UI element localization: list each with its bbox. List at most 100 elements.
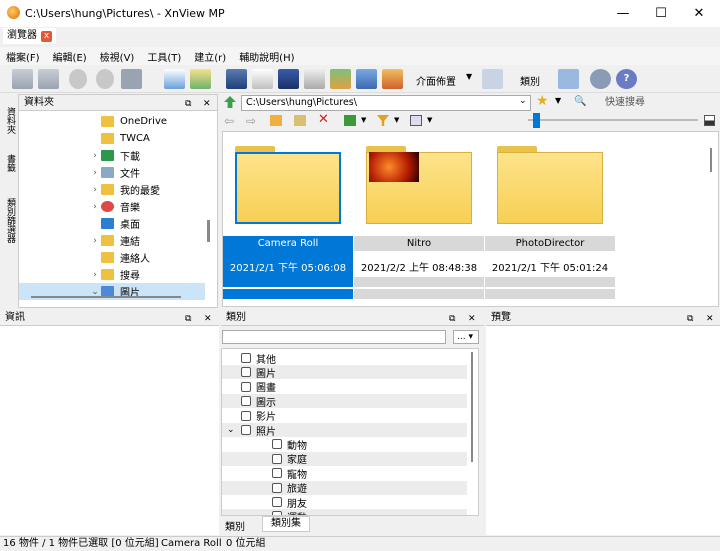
folder-tree-item[interactable]: 桌面 xyxy=(19,215,205,232)
back-arrow-icon[interactable]: ⇦ xyxy=(224,114,234,128)
folder-tree-item[interactable]: › 音樂 xyxy=(19,198,205,215)
close-panel-icon[interactable]: ✕ xyxy=(468,311,476,327)
tree-icon[interactable] xyxy=(558,69,579,89)
category-checkbox[interactable] xyxy=(272,511,282,515)
close-panel-icon[interactable]: ✕ xyxy=(204,311,212,327)
layout-dropdown[interactable]: 介面佈置 xyxy=(416,73,456,88)
quick-search-input[interactable]: 快速搜尋 xyxy=(587,95,717,111)
category-dropdown[interactable]: 類別 xyxy=(520,73,540,88)
sort-dropdown-icon[interactable]: ▼ xyxy=(361,116,366,124)
float-panel-icon[interactable]: ⧉ xyxy=(687,311,693,327)
thumbnail-scrollbar[interactable] xyxy=(710,148,712,172)
float-panel-icon[interactable]: ⧉ xyxy=(185,311,191,327)
category-item[interactable]: 家庭 xyxy=(258,452,307,466)
delete-icon[interactable]: ✕ xyxy=(318,112,329,127)
category-item[interactable]: 影片 xyxy=(227,409,276,423)
rotate-left-icon[interactable] xyxy=(69,69,87,89)
view-grid-icon[interactable] xyxy=(410,115,422,126)
menu-help[interactable]: 輔助說明(H) xyxy=(239,49,294,64)
address-dropdown-icon[interactable]: ⌄ xyxy=(519,96,527,106)
new-folder-icon[interactable] xyxy=(270,115,282,126)
category-item[interactable]: ⌄ 照片 xyxy=(227,423,276,438)
rename-icon[interactable] xyxy=(294,115,306,126)
folder-tree-item[interactable]: › 搜尋 xyxy=(19,266,205,283)
expand-chevron-icon[interactable]: › xyxy=(89,270,101,280)
close-panel-icon[interactable]: ✕ xyxy=(706,311,714,327)
fullscreen-icon[interactable] xyxy=(38,69,59,89)
star-dropdown-icon[interactable]: ▼ xyxy=(555,96,561,105)
menu-file[interactable]: 檔案(F) xyxy=(6,49,40,64)
expand-chevron-icon[interactable]: › xyxy=(89,185,101,195)
maximize-button[interactable]: ☐ xyxy=(642,0,680,27)
tab-category-sets[interactable]: 類別集 xyxy=(262,516,310,532)
tab-close-icon[interactable]: x xyxy=(41,30,52,42)
menu-view[interactable]: 檢視(V) xyxy=(100,49,135,64)
rotate-right-icon[interactable] xyxy=(96,69,114,89)
expand-chevron-icon[interactable]: ⌄ xyxy=(89,287,101,297)
folder-tree-item[interactable]: › 我的最愛 xyxy=(19,181,205,198)
expand-chevron-icon[interactable]: ⌄ xyxy=(227,425,241,435)
category-checkbox[interactable] xyxy=(272,497,282,507)
category-item[interactable]: 朋友 xyxy=(258,495,307,510)
category-checkbox[interactable] xyxy=(272,453,282,464)
category-checkbox[interactable] xyxy=(241,410,251,421)
thumb-size-slider[interactable] xyxy=(528,119,698,121)
slider-handle[interactable] xyxy=(533,113,540,128)
filter-dropdown-icon[interactable]: ▼ xyxy=(394,116,399,124)
category-checkbox[interactable] xyxy=(272,468,282,479)
category-options-button[interactable]: ... ▾ xyxy=(453,330,479,344)
category-item[interactable]: 其他 xyxy=(227,351,276,366)
scanner-icon[interactable] xyxy=(278,69,299,89)
parent-folder-icon[interactable] xyxy=(224,96,236,108)
category-filter-input[interactable] xyxy=(222,330,446,344)
filter-icon[interactable] xyxy=(377,115,389,126)
copy-icon[interactable] xyxy=(164,69,185,89)
thumbnail-nitro[interactable]: Nitro 2021/2/2 上午 08:48:38 xyxy=(354,132,484,302)
category-item[interactable]: 旅遊 xyxy=(258,481,307,495)
menu-edit[interactable]: 編輯(E) xyxy=(53,49,87,64)
chevron-down-icon[interactable]: ▼ xyxy=(466,72,472,81)
category-item[interactable]: 寵物 xyxy=(258,466,307,481)
tab-browser[interactable]: 瀏覽器 x xyxy=(3,28,56,44)
category-checkbox[interactable] xyxy=(241,353,251,363)
expand-chevron-icon[interactable]: › xyxy=(89,168,101,178)
export-icon[interactable] xyxy=(382,69,403,89)
browser-view-icon[interactable] xyxy=(12,69,33,89)
thumbnail-photodirector[interactable]: PhotoDirector 2021/2/1 下午 05:01:24 xyxy=(485,132,615,302)
thumb-style-icon[interactable] xyxy=(704,115,715,126)
batch-icon[interactable] xyxy=(330,69,351,89)
tab-folders[interactable]: 資料夾 xyxy=(1,102,17,138)
float-panel-icon[interactable]: ⧉ xyxy=(185,96,191,112)
expand-chevron-icon[interactable]: › xyxy=(89,202,101,212)
minimize-button[interactable]: — xyxy=(604,0,642,27)
category-item[interactable]: 圖畫 xyxy=(227,380,276,394)
folder-tree-item[interactable]: OneDrive xyxy=(19,113,205,130)
binoculars-icon[interactable] xyxy=(226,69,247,89)
category-checkbox[interactable] xyxy=(272,439,282,450)
view-mode-icon[interactable] xyxy=(482,69,503,89)
tab-bookmarks[interactable]: 書籤 xyxy=(1,150,17,176)
view-dropdown-icon[interactable]: ▼ xyxy=(427,116,432,124)
expand-chevron-icon[interactable]: › xyxy=(89,236,101,246)
settings-gear-icon[interactable] xyxy=(590,69,611,89)
convert-icon[interactable] xyxy=(121,69,142,89)
category-checkbox[interactable] xyxy=(241,367,251,378)
menu-create[interactable]: 建立(r) xyxy=(194,49,226,64)
category-checkbox[interactable] xyxy=(272,482,282,493)
folder-tree-item[interactable]: TWCA xyxy=(19,130,205,147)
tree-hscrollbar[interactable] xyxy=(31,296,181,298)
thumbnail-camera-roll[interactable]: Camera Roll 2021/2/1 下午 05:06:08 xyxy=(223,132,353,302)
folder-tree-item[interactable]: › 文件 xyxy=(19,164,205,181)
float-panel-icon[interactable]: ⧉ xyxy=(449,311,455,327)
category-scrollbar[interactable] xyxy=(471,352,473,462)
close-panel-icon[interactable]: ✕ xyxy=(203,96,211,112)
folder-tree-item[interactable]: › 連結 xyxy=(19,232,205,249)
print-icon[interactable] xyxy=(252,69,273,89)
slideshow-icon[interactable] xyxy=(304,69,325,89)
sort-icon[interactable] xyxy=(344,115,356,126)
tree-scrollbar[interactable] xyxy=(207,220,210,242)
forward-arrow-icon[interactable]: ⇨ xyxy=(246,114,256,128)
tab-categories[interactable]: 類別 xyxy=(225,518,245,533)
category-item[interactable]: 圖示 xyxy=(227,394,276,409)
address-field[interactable]: C:\Users\hung\Pictures\ xyxy=(241,95,531,111)
